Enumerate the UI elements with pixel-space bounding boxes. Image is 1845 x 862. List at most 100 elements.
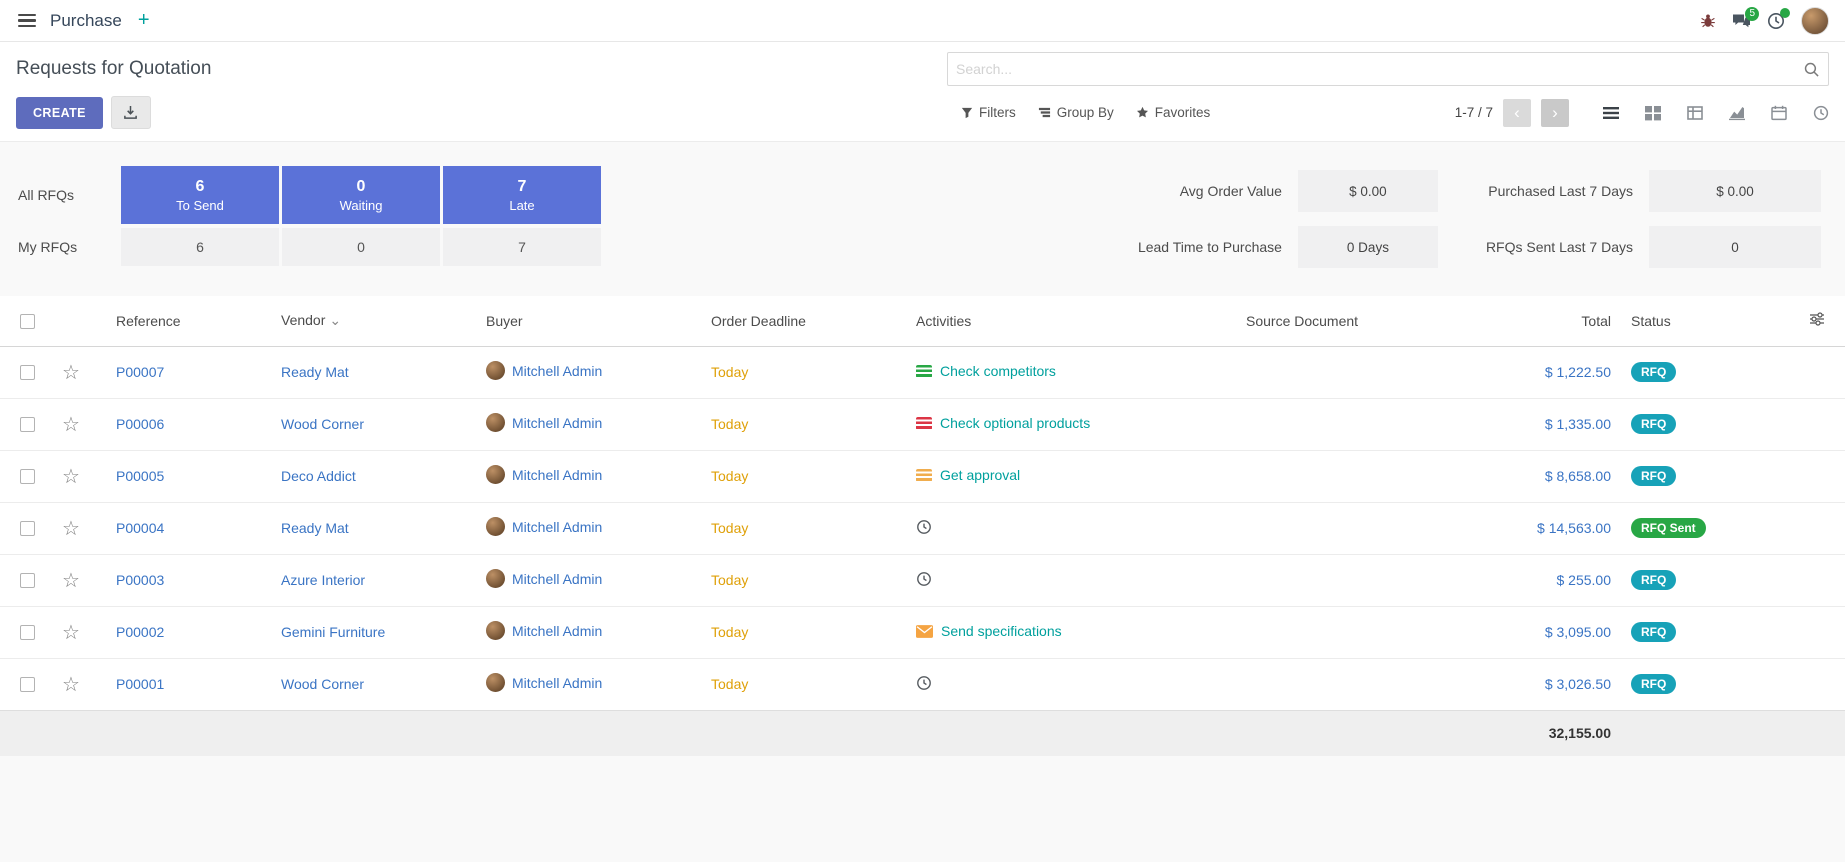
- favorites-button[interactable]: Favorites: [1136, 105, 1211, 120]
- favorite-star-icon[interactable]: ☆: [62, 414, 80, 436]
- kpi-my-to-send[interactable]: 6: [121, 228, 279, 266]
- table-row[interactable]: ☆ P00005 Deco Addict Mitchell Admin Toda…: [0, 450, 1845, 502]
- header-total[interactable]: Total: [1481, 296, 1621, 346]
- graph-view-icon[interactable]: [1729, 105, 1745, 121]
- kpi-tile-late[interactable]: 7 Late: [443, 166, 601, 224]
- row-checkbox[interactable]: [20, 521, 35, 536]
- buyer-link[interactable]: Mitchell Admin: [512, 467, 602, 483]
- favorite-star-icon[interactable]: ☆: [62, 674, 80, 696]
- optional-columns-icon[interactable]: [1809, 311, 1825, 327]
- kpi-my-late[interactable]: 7: [443, 228, 601, 266]
- vendor-link[interactable]: Ready Mat: [281, 520, 349, 536]
- activity-type-icon[interactable]: [916, 675, 932, 691]
- favorite-star-icon[interactable]: ☆: [62, 362, 80, 384]
- vendor-link[interactable]: Wood Corner: [281, 416, 364, 432]
- group-by-button[interactable]: Group By: [1038, 105, 1114, 120]
- search-box[interactable]: [947, 52, 1829, 86]
- vendor-link[interactable]: Wood Corner: [281, 676, 364, 692]
- debug-bug-icon[interactable]: [1700, 13, 1716, 29]
- favorite-star-icon[interactable]: ☆: [62, 466, 80, 488]
- activity-type-icon[interactable]: [916, 417, 932, 430]
- vendor-link[interactable]: Gemini Furniture: [281, 624, 385, 640]
- reference-link[interactable]: P00004: [116, 520, 164, 536]
- pager-prev-button[interactable]: ‹: [1503, 99, 1531, 127]
- sort-caret-icon: ⌄: [329, 312, 341, 328]
- new-tab-button[interactable]: +: [138, 9, 150, 32]
- buyer-link[interactable]: Mitchell Admin: [512, 363, 602, 379]
- kpi-my-waiting[interactable]: 0: [282, 228, 440, 266]
- reference-link[interactable]: P00001: [116, 676, 164, 692]
- kpi-tile-waiting[interactable]: 0 Waiting: [282, 166, 440, 224]
- list-view-icon[interactable]: [1603, 105, 1619, 121]
- pager-next-button[interactable]: ›: [1541, 99, 1569, 127]
- header-reference[interactable]: Reference: [106, 296, 271, 346]
- table-row[interactable]: ☆ P00004 Ready Mat Mitchell Admin Today …: [0, 502, 1845, 554]
- buyer-link[interactable]: Mitchell Admin: [512, 519, 602, 535]
- reference-link[interactable]: P00003: [116, 572, 164, 588]
- table-row[interactable]: ☆ P00001 Wood Corner Mitchell Admin Toda…: [0, 658, 1845, 710]
- activity-label[interactable]: Check competitors: [940, 363, 1056, 379]
- header-order-deadline[interactable]: Order Deadline: [701, 296, 906, 346]
- buyer-link[interactable]: Mitchell Admin: [512, 415, 602, 431]
- table-row[interactable]: ☆ P00003 Azure Interior Mitchell Admin T…: [0, 554, 1845, 606]
- dashboard-stats: Avg Order Value $ 0.00 Lead Time to Purc…: [1138, 166, 1827, 268]
- select-all-checkbox[interactable]: [20, 314, 35, 329]
- favorite-star-icon[interactable]: ☆: [62, 622, 80, 644]
- activity-view-icon[interactable]: [1813, 105, 1829, 121]
- filters-button[interactable]: Filters: [961, 105, 1016, 120]
- row-checkbox[interactable]: [20, 677, 35, 692]
- user-avatar[interactable]: [1801, 7, 1829, 35]
- activity-type-icon[interactable]: [916, 571, 932, 587]
- kanban-view-icon[interactable]: [1645, 105, 1661, 121]
- activity-clock-icon: [916, 675, 932, 691]
- activities-clock-icon[interactable]: [1767, 12, 1785, 30]
- favorite-star-icon[interactable]: ☆: [62, 518, 80, 540]
- activity-label[interactable]: Send specifications: [941, 623, 1062, 639]
- vendor-link[interactable]: Azure Interior: [281, 572, 365, 588]
- table-row[interactable]: ☆ P00007 Ready Mat Mitchell Admin Today …: [0, 346, 1845, 398]
- export-button[interactable]: [111, 96, 151, 129]
- header-source-document[interactable]: Source Document: [1236, 296, 1481, 346]
- buyer-link[interactable]: Mitchell Admin: [512, 675, 602, 691]
- pivot-view-icon[interactable]: [1687, 105, 1703, 121]
- favorite-star-icon[interactable]: ☆: [62, 570, 80, 592]
- vendor-link[interactable]: Deco Addict: [281, 468, 356, 484]
- reference-link[interactable]: P00002: [116, 624, 164, 640]
- calendar-view-icon[interactable]: [1771, 105, 1787, 121]
- vendor-link[interactable]: Ready Mat: [281, 364, 349, 380]
- header-vendor[interactable]: Vendor⌄: [271, 296, 476, 346]
- row-checkbox[interactable]: [20, 469, 35, 484]
- header-buyer[interactable]: Buyer: [476, 296, 701, 346]
- table-header-row: Reference Vendor⌄ Buyer Order Deadline A…: [0, 296, 1845, 346]
- search-input[interactable]: [956, 61, 1803, 77]
- activity-clock-icon: [916, 519, 932, 535]
- activity-type-icon[interactable]: [916, 519, 932, 535]
- table-row[interactable]: ☆ P00006 Wood Corner Mitchell Admin Toda…: [0, 398, 1845, 450]
- reference-link[interactable]: P00006: [116, 416, 164, 432]
- activity-label[interactable]: Get approval: [940, 467, 1020, 483]
- activity-type-icon[interactable]: [916, 625, 933, 638]
- stat-purchased-last-7-days: Purchased Last 7 Days $ 0.00: [1486, 170, 1821, 212]
- activity-label[interactable]: Check optional products: [940, 415, 1090, 431]
- kpi-tile-to-send[interactable]: 6 To Send: [121, 166, 279, 224]
- create-button[interactable]: CREATE: [16, 97, 103, 129]
- header-activities[interactable]: Activities: [906, 296, 1236, 346]
- row-checkbox[interactable]: [20, 365, 35, 380]
- table-row[interactable]: ☆ P00002 Gemini Furniture Mitchell Admin…: [0, 606, 1845, 658]
- buyer-link[interactable]: Mitchell Admin: [512, 571, 602, 587]
- row-checkbox[interactable]: [20, 417, 35, 432]
- reference-link[interactable]: P00005: [116, 468, 164, 484]
- row-checkbox[interactable]: [20, 573, 35, 588]
- buyer-link[interactable]: Mitchell Admin: [512, 623, 602, 639]
- header-status[interactable]: Status: [1621, 296, 1761, 346]
- activity-type-icon[interactable]: [916, 469, 932, 482]
- reference-link[interactable]: P00007: [116, 364, 164, 380]
- activity-clock-icon: [916, 571, 932, 587]
- messages-icon[interactable]: 5: [1732, 13, 1751, 29]
- app-name[interactable]: Purchase: [50, 11, 122, 31]
- activity-type-icon[interactable]: [916, 365, 932, 378]
- search-icon[interactable]: [1803, 61, 1820, 78]
- row-checkbox[interactable]: [20, 625, 35, 640]
- apps-menu-icon[interactable]: [16, 10, 38, 32]
- rfq-list-view: Reference Vendor⌄ Buyer Order Deadline A…: [0, 296, 1845, 756]
